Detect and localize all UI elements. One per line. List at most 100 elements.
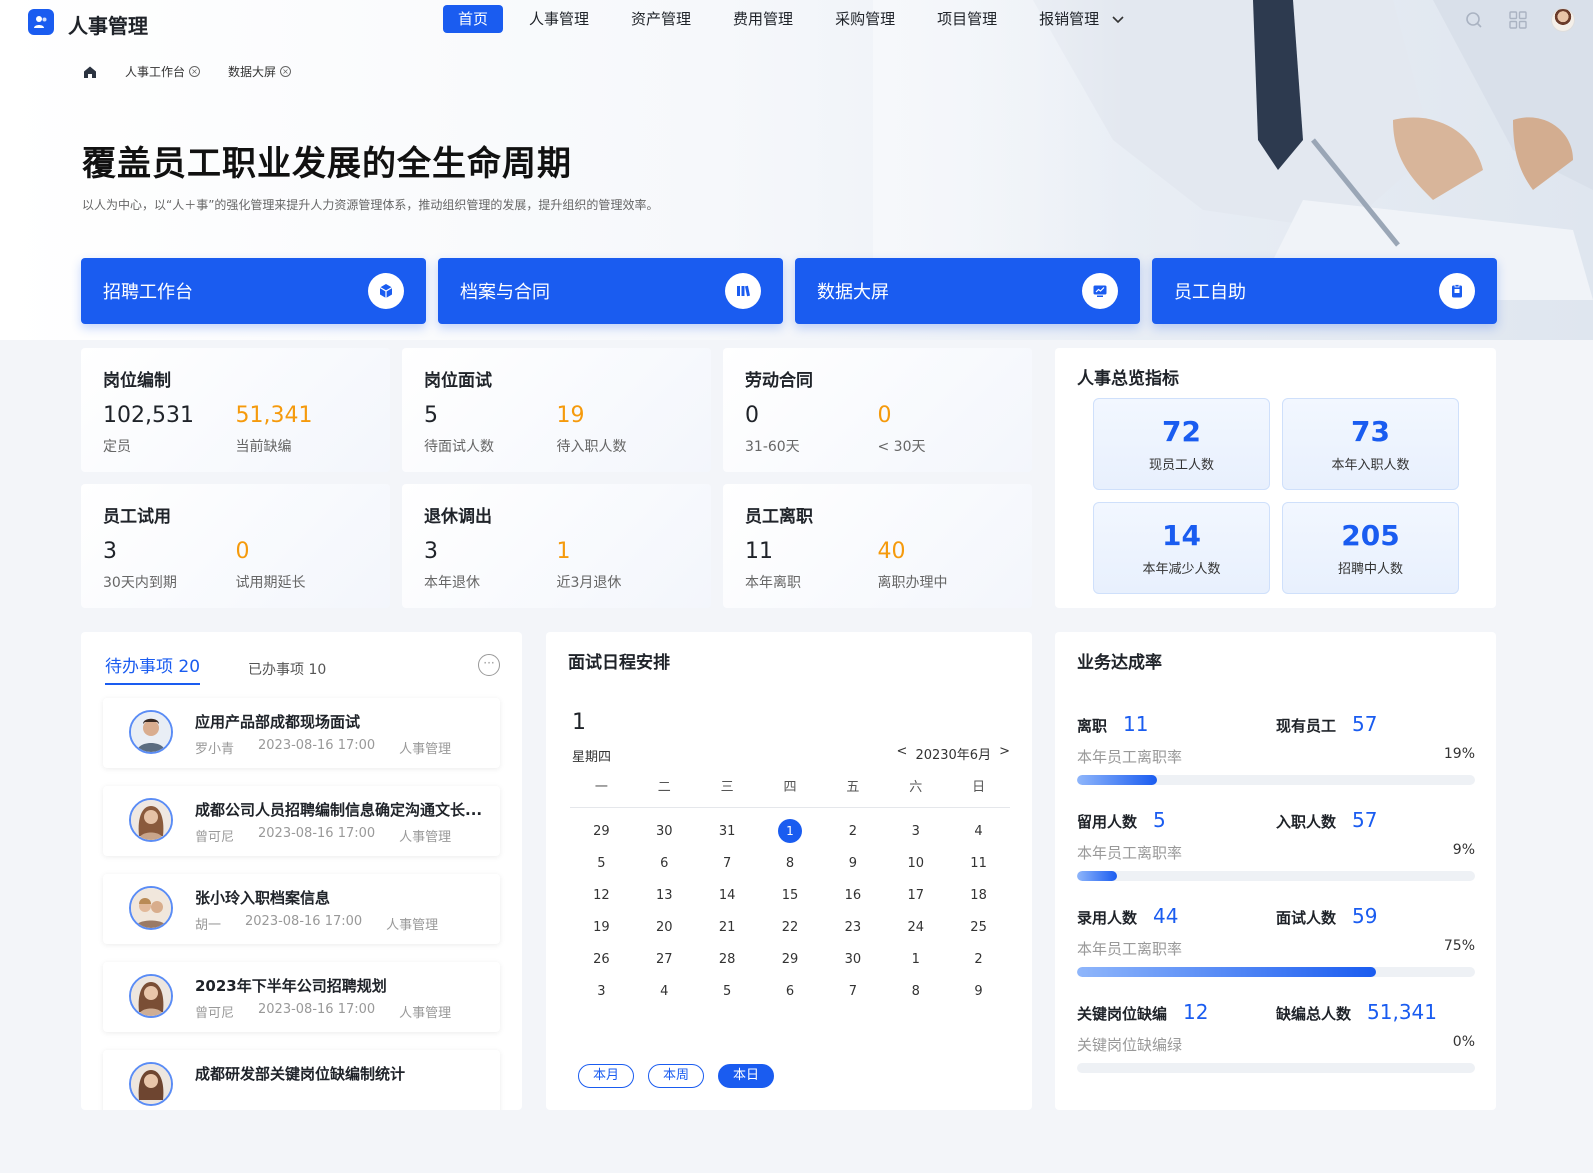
app-logo[interactable] (28, 9, 54, 35)
todo-item[interactable]: 成都研发部关键岗位缺编制统计 (103, 1050, 500, 1110)
calendar-day[interactable]: 3 (570, 976, 633, 1008)
rate-value: 59 (1352, 904, 1378, 928)
tab-done[interactable]: 已办事项 10 (248, 659, 326, 685)
calendar-day[interactable]: 26 (570, 944, 633, 976)
calendar-day[interactable]: 24 (884, 912, 947, 944)
calendar-day[interactable]: 19 (570, 912, 633, 944)
nav-expense[interactable]: 费用管理 (717, 5, 809, 33)
stat-card-headcount[interactable]: 岗位编制 102,531 定员 51,341 当前缺编 (81, 348, 390, 472)
stat-card-interview[interactable]: 岗位面试 5 待面试人数 19 待入职人数 (402, 348, 711, 472)
calendar-day[interactable]: 30 (633, 816, 696, 848)
calendar-day[interactable]: 14 (696, 880, 759, 912)
calendar-day[interactable]: 6 (759, 976, 822, 1008)
todo-item[interactable]: 张小玲入职档案信息 胡一 2023-08-16 17:00 人事管理 (103, 874, 500, 944)
calendar-day[interactable]: 5 (696, 976, 759, 1008)
calendar-day[interactable]: 7 (821, 976, 884, 1008)
calendar-day[interactable]: 8 (759, 848, 822, 880)
calendar-day[interactable]: 17 (884, 880, 947, 912)
calendar-day[interactable]: 9 (947, 976, 1010, 1008)
calendar-day[interactable]: 12 (570, 880, 633, 912)
todo-item[interactable]: 应用产品部成都现场面试 罗小青 2023-08-16 17:00 人事管理 (103, 698, 500, 768)
todo-item[interactable]: 2023年下半年公司招聘规划 曾可尼 2023-08-16 17:00 人事管理 (103, 962, 500, 1032)
apps-grid-icon[interactable] (1507, 9, 1529, 31)
breadcrumb-item-data-screen[interactable]: 数据大屏 × (228, 63, 292, 80)
calendar-day[interactable]: 3 (884, 816, 947, 848)
todo-title: 成都公司人员招聘编制信息确定沟通文长... (195, 801, 483, 819)
overview-metric-current[interactable]: 72 现员工人数 (1093, 398, 1270, 490)
overview-metric-reduced[interactable]: 14 本年减少人数 (1093, 502, 1270, 594)
calendar-day[interactable]: 15 (759, 880, 822, 912)
stat-title: 员工离职 (745, 507, 813, 527)
calendar-day[interactable]: 1 (759, 816, 822, 848)
search-icon[interactable] (1463, 9, 1485, 31)
calendar-day[interactable]: 7 (696, 848, 759, 880)
user-avatar[interactable] (1551, 8, 1575, 32)
nav-home[interactable]: 首页 (443, 5, 504, 33)
month-view-button[interactable]: 本月 (578, 1064, 634, 1088)
calendar-day[interactable]: 29 (570, 816, 633, 848)
quick-entry-archive[interactable]: 档案与合同 (438, 258, 783, 324)
calendar-day[interactable]: 31 (696, 816, 759, 848)
calendar-day[interactable]: 21 (696, 912, 759, 944)
calendar-day[interactable]: 13 (633, 880, 696, 912)
calendar-day[interactable]: 30 (821, 944, 884, 976)
nav-purchase[interactable]: 采购管理 (819, 5, 911, 33)
calendar-day[interactable]: 2 (947, 944, 1010, 976)
calendar-day[interactable]: 9 (821, 848, 884, 880)
calendar-day[interactable]: 4 (633, 976, 696, 1008)
calendar-day[interactable]: 28 (696, 944, 759, 976)
calendar-day[interactable]: 27 (633, 944, 696, 976)
quick-entry-data-screen[interactable]: 数据大屏 (795, 258, 1140, 324)
chart-screen-icon (1082, 273, 1118, 309)
calendar-day[interactable]: 8 (884, 976, 947, 1008)
stat-card-resignation[interactable]: 员工离职 11 本年离职 40 离职办理中 (723, 484, 1032, 608)
calendar-week-row: 12 13 14 15 16 17 18 (570, 880, 1010, 912)
overview-metric-recruiting[interactable]: 205 招聘中人数 (1282, 502, 1459, 594)
metric-label: 本年入职人数 (1331, 458, 1410, 473)
calendar-day-number: 9 (974, 984, 983, 999)
next-month-button[interactable]: > (999, 744, 1010, 763)
calendar-day[interactable]: 11 (947, 848, 1010, 880)
more-options-icon[interactable]: ··· (478, 654, 500, 676)
calendar-day[interactable]: 22 (759, 912, 822, 944)
breadcrumb-item-hr-workbench[interactable]: 人事工作台 × (125, 63, 201, 80)
nav-assets[interactable]: 资产管理 (615, 5, 707, 33)
prev-month-button[interactable]: < (897, 744, 908, 763)
stat-card-probation[interactable]: 员工试用 3 30天内到期 0 试用期延长 (81, 484, 390, 608)
stat-card-retirement[interactable]: 退休调出 3 本年退休 1 近3月退休 (402, 484, 711, 608)
calendar-day[interactable]: 6 (633, 848, 696, 880)
calendar-day[interactable]: 16 (821, 880, 884, 912)
quick-entry-recruit[interactable]: 招聘工作台 (81, 258, 426, 324)
nav-reimburse[interactable]: 报销管理 (1023, 5, 1140, 33)
calendar-day[interactable]: 10 (884, 848, 947, 880)
quick-entry-self-service[interactable]: 员工自助 (1152, 258, 1497, 324)
day-view-button[interactable]: 本日 (718, 1064, 774, 1088)
calendar-day-number: 3 (911, 824, 920, 839)
close-tab-icon[interactable]: × (189, 66, 201, 77)
close-tab-icon[interactable]: × (280, 66, 292, 77)
calendar-day[interactable]: 4 (947, 816, 1010, 848)
calendar-day[interactable]: 1 (884, 944, 947, 976)
home-icon[interactable] (83, 65, 97, 79)
metric-value: 14 (1162, 519, 1201, 552)
calendar-day[interactable]: 20 (633, 912, 696, 944)
nav-project[interactable]: 项目管理 (921, 5, 1013, 33)
weekday-label: 日 (972, 780, 986, 795)
stat-card-contract[interactable]: 劳动合同 0 31-60天 0 < 30天 (723, 348, 1032, 472)
calendar-day[interactable]: 5 (570, 848, 633, 880)
week-view-button[interactable]: 本周 (648, 1064, 704, 1088)
calendar-day[interactable]: 2 (821, 816, 884, 848)
calendar-day[interactable]: 29 (759, 944, 822, 976)
calendar-day-number: 6 (660, 856, 669, 871)
calendar-day[interactable]: 25 (947, 912, 1010, 944)
overview-metric-hired[interactable]: 73 本年入职人数 (1282, 398, 1459, 490)
calendar-day[interactable]: 23 (821, 912, 884, 944)
calendar-day-number: 4 (974, 824, 983, 839)
calendar-day-number: 27 (656, 952, 673, 967)
nav-hr[interactable]: 人事管理 (513, 5, 605, 33)
rate-percent: 0% (1452, 1034, 1475, 1050)
todo-item[interactable]: 成都公司人员招聘编制信息确定沟通文长... 曾可尼 2023-08-16 17:0… (103, 786, 500, 856)
tab-todo[interactable]: 待办事项 20 (105, 652, 201, 685)
calendar-day[interactable]: 18 (947, 880, 1010, 912)
breadcrumb-label: 人事工作台 (125, 65, 186, 79)
